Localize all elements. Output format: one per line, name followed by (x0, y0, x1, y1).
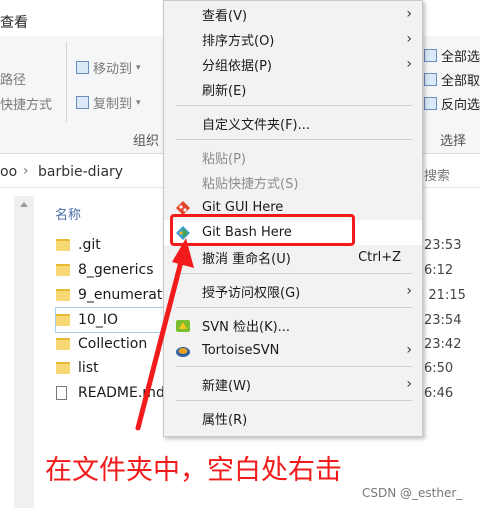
copy-to-icon (76, 96, 89, 109)
select-none-icon (424, 73, 437, 86)
date-modified: 6:12 (424, 263, 454, 278)
copy-path-label: 路径 (0, 73, 27, 88)
submenu-arrow-icon: › (406, 376, 412, 392)
submenu-arrow-icon: › (406, 56, 412, 72)
organize-group-label: 组织 (133, 134, 160, 149)
menu-item-label: 刷新(E) (202, 84, 247, 99)
date-modified: 6:50 (424, 361, 454, 376)
menu-item-sort-by[interactable]: 排序方式(O) › (164, 27, 422, 52)
file-row[interactable]: list (56, 356, 99, 380)
menu-item-label: 属性(R) (202, 413, 248, 428)
date-modified: 23:53 (424, 238, 462, 253)
menu-item-customize-folder[interactable]: 自定义文件夹(F)... (164, 111, 422, 136)
menu-separator (176, 366, 412, 367)
submenu-arrow-icon: › (406, 31, 412, 47)
select-all-icon (424, 49, 437, 62)
annotation-text: 在文件夹中，空白处右击 (45, 455, 342, 486)
select-all-label: 全部选择 (441, 50, 480, 65)
menu-item-tortoisesvn[interactable]: TortoiseSVN › (164, 338, 422, 363)
chevron-down-icon: ▾ (136, 62, 141, 73)
menu-item-svn-checkout[interactable]: SVN 检出(K)... (164, 313, 422, 338)
menu-item-give-access[interactable]: 授予访问权限(G) › (164, 279, 422, 304)
select-group-label: 选择 (440, 134, 467, 149)
menu-item-label: 排序方式(O) (202, 34, 275, 49)
menu-item-label: 自定义文件夹(F)... (202, 118, 311, 133)
folder-icon (56, 314, 70, 326)
select-none-label: 全部取消 (441, 74, 480, 89)
menu-item-label: SVN 检出(K)... (202, 320, 291, 335)
breadcrumb-parent[interactable]: oo (0, 164, 17, 180)
folder-icon (56, 362, 70, 374)
invert-selection-label: 反向选择 (441, 98, 480, 113)
chevron-down-icon: ▾ (136, 97, 141, 108)
menu-item-paste: 粘贴(P) (164, 145, 422, 170)
move-to-label: 移动到 (93, 62, 133, 77)
menu-item-view[interactable]: 查看(V) › (164, 2, 422, 27)
date-modified: 23:54 (424, 313, 462, 328)
folder-icon (56, 289, 70, 301)
menu-item-label: 撤消 重命名(U) (202, 252, 291, 267)
annotation-arrow-icon (135, 238, 194, 431)
menu-item-label: 新建(W) (202, 379, 251, 394)
explorer-screenshot: 查看 路径 快捷方式 移动到 ▾ 复制到 ▾ 组织 全部选择 全部取消 (0, 0, 480, 508)
menu-item-label: Git GUI Here (202, 200, 284, 215)
move-to-icon (76, 61, 89, 74)
search-input[interactable]: 搜索 (424, 165, 450, 184)
menu-item-shortcut: Ctrl+Z (358, 250, 401, 265)
copy-to-button[interactable]: 复制到 ▾ (76, 93, 141, 112)
menu-item-label: 查看(V) (202, 9, 248, 24)
menu-separator (176, 273, 412, 274)
copy-to-label: 复制到 (93, 97, 133, 112)
name-column-header[interactable]: 名称 (55, 204, 81, 223)
ribbon-divider (66, 42, 67, 122)
submenu-arrow-icon: › (406, 342, 412, 358)
date-modified: 6:46 (424, 386, 454, 401)
menu-item-paste-shortcut: 粘贴快捷方式(S) (164, 170, 422, 195)
file-name: list (78, 360, 99, 376)
file-name: 10_IO (78, 312, 118, 328)
file-name: .git (78, 237, 101, 253)
breadcrumb-current[interactable]: barbie-diary (38, 164, 123, 180)
menu-item-label: 分组依据(P) (202, 59, 272, 74)
window-title: 查看 (0, 15, 28, 31)
menu-item-refresh[interactable]: 刷新(E) (164, 77, 422, 102)
paste-shortcut-button[interactable]: 快捷方式 (0, 94, 52, 113)
copy-path-button[interactable]: 路径 (0, 69, 26, 88)
menu-item-undo-rename[interactable]: 撤消 重命名(U) Ctrl+Z (164, 245, 422, 270)
select-none-button[interactable]: 全部取消 (424, 70, 480, 89)
watermark: CSDN @_esther_ (362, 486, 463, 500)
menu-item-label: TortoiseSVN (202, 343, 280, 358)
folder-icon (56, 239, 70, 251)
select-all-button[interactable]: 全部选择 (424, 46, 480, 65)
submenu-arrow-icon: › (406, 283, 412, 299)
paste-shortcut-label: 快捷方式 (0, 98, 53, 113)
folder-icon (56, 338, 70, 350)
navigation-scrollbar[interactable] (14, 196, 34, 508)
submenu-arrow-icon: › (406, 6, 412, 22)
invert-selection-icon (424, 97, 437, 110)
folder-icon (56, 264, 70, 276)
document-icon (56, 386, 67, 400)
scroll-up-icon[interactable] (20, 202, 28, 207)
menu-separator (176, 105, 412, 106)
file-row[interactable]: .git (56, 233, 101, 257)
invert-selection-button[interactable]: 反向选择 (424, 94, 480, 113)
menu-item-new[interactable]: 新建(W) › (164, 372, 422, 397)
menu-item-label: 粘贴快捷方式(S) (202, 177, 299, 192)
menu-item-label: 授予访问权限(G) (202, 286, 301, 301)
move-to-button[interactable]: 移动到 ▾ (76, 58, 141, 77)
menu-separator (176, 400, 412, 401)
breadcrumb-separator-icon: › (23, 163, 29, 179)
date-modified: 23:42 (424, 337, 462, 352)
menu-item-group-by[interactable]: 分组依据(P) › (164, 52, 422, 77)
menu-item-properties[interactable]: 属性(R) (164, 406, 422, 431)
date-modified: 7 21:15 (416, 288, 466, 303)
menu-separator (176, 139, 412, 140)
menu-item-label: 粘贴(P) (202, 152, 246, 167)
menu-separator (176, 307, 412, 308)
